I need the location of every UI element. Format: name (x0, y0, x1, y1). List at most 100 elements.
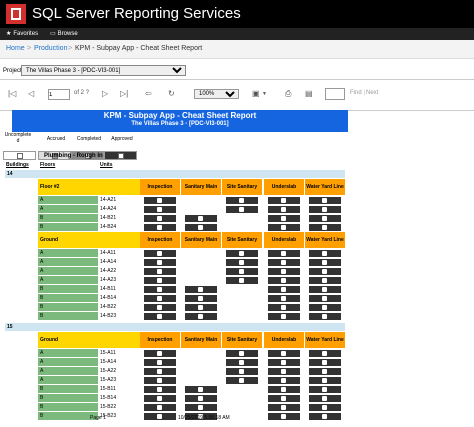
browse-button[interactable]: ▭ Browse (50, 30, 78, 38)
first-page-icon[interactable]: |◁ (8, 89, 16, 98)
breadcrumb-production[interactable]: Production (34, 45, 67, 52)
area-cell: A (38, 276, 98, 285)
legend-label-completed: Completed (76, 136, 102, 142)
unit-cell: 14-A14 (100, 259, 117, 265)
browse-label: Browse (57, 30, 78, 37)
page-input[interactable] (48, 89, 70, 100)
status-checkbox (226, 368, 258, 375)
next-page-icon[interactable]: ▷ (102, 89, 108, 98)
status-checkbox (268, 413, 300, 420)
status-checkbox (268, 386, 300, 393)
floor-header: Ground (38, 332, 140, 348)
refresh-icon[interactable]: ↻ (168, 89, 175, 98)
status-checkbox (144, 404, 176, 411)
status-checkbox (144, 206, 176, 213)
top-bar: SQL Server Reporting Services (0, 0, 474, 28)
status-checkbox (226, 295, 258, 302)
zoom-select[interactable]: 100% (194, 89, 239, 99)
status-checkbox (268, 224, 300, 231)
status-checkbox (309, 286, 341, 293)
status-checkbox (226, 250, 258, 257)
status-checkbox (144, 368, 176, 375)
area-cell: A (38, 267, 98, 276)
layout-icon[interactable]: ▤ (305, 89, 313, 98)
unit-cell: 14-B21 (100, 215, 117, 221)
status-checkbox (309, 277, 341, 284)
unit-cell: 14-A24 (100, 206, 117, 212)
status-checkbox (226, 268, 258, 275)
breadcrumb: Home > Production > KPM - Subpay App - C… (0, 40, 474, 59)
status-checkbox (309, 224, 341, 231)
column-header: Inspection (140, 179, 180, 195)
ssrs-logo-icon (6, 4, 26, 24)
export-icon[interactable]: ▣ (252, 89, 260, 98)
status-checkbox (185, 206, 217, 213)
status-checkbox (226, 224, 258, 231)
status-checkbox (309, 268, 341, 275)
unit-cell: 15-B22 (100, 404, 117, 410)
unit-cell: 14-B23 (100, 313, 117, 319)
breadcrumb-report: KPM - Subpay App - Cheat Sheet Report (75, 45, 203, 52)
status-checkbox (309, 304, 341, 311)
area-cell: B (38, 303, 98, 312)
legend-swatch-approved (104, 151, 137, 160)
status-checkbox (226, 350, 258, 357)
status-checkbox (185, 395, 217, 402)
status-checkbox (268, 206, 300, 213)
status-checkbox (226, 206, 258, 213)
column-header: Site Sanitary (222, 332, 262, 348)
project-select[interactable]: The Villas Phase 3 - [PDC-VI3-001] (21, 65, 186, 76)
column-header: Site Sanitary (222, 179, 262, 195)
chevron-down-icon[interactable]: ▼ (262, 91, 267, 97)
find-input[interactable] (325, 88, 345, 100)
status-checkbox (144, 259, 176, 266)
area-cell: B (38, 385, 98, 394)
status-checkbox (144, 224, 176, 231)
status-checkbox (144, 215, 176, 222)
status-checkbox (309, 206, 341, 213)
unit-cell: 15-A22 (100, 368, 117, 374)
status-checkbox (268, 277, 300, 284)
prev-page-icon[interactable]: ◁ (28, 89, 34, 98)
header-floors: Floors (40, 162, 56, 168)
status-checkbox (268, 395, 300, 402)
floor-header: Floor #2 (38, 179, 140, 195)
last-page-icon[interactable]: ▷| (120, 89, 128, 98)
status-checkbox (309, 377, 341, 384)
status-checkbox (226, 277, 258, 284)
portal-toolbar: ★ Favorites ▭ Browse (0, 28, 474, 40)
back-icon[interactable]: ⇦ (145, 89, 152, 98)
unit-cell: 15-B11 (100, 386, 116, 392)
status-checkbox (144, 377, 176, 384)
column-header: Underslab (264, 232, 304, 248)
status-checkbox (226, 377, 258, 384)
status-checkbox (309, 295, 341, 302)
status-checkbox (185, 313, 217, 320)
breadcrumb-home[interactable]: Home (6, 45, 25, 52)
area-cell: A (38, 258, 98, 267)
status-checkbox (226, 197, 258, 204)
area-cell: A (38, 376, 98, 385)
area-cell: B (38, 223, 98, 232)
area-cell: B (38, 285, 98, 294)
legend-swatch-uncompleted (3, 151, 36, 160)
building-label: 15 (7, 324, 13, 330)
find-button[interactable]: Find (350, 90, 362, 96)
status-checkbox (268, 359, 300, 366)
unit-cell: 14-B22 (100, 304, 117, 310)
unit-cell: 14-B11 (100, 286, 116, 292)
status-checkbox (144, 277, 176, 284)
unit-cell: 15-A14 (100, 359, 117, 365)
status-checkbox (309, 215, 341, 222)
area-cell: A (38, 249, 98, 258)
next-button[interactable]: Next (366, 90, 378, 96)
favorites-button[interactable]: ★ Favorites (6, 30, 38, 38)
print-icon[interactable]: ⎙ (285, 89, 291, 99)
status-checkbox (185, 404, 217, 411)
legend-label-uncompleted: Uncomplete d (4, 132, 32, 144)
status-checkbox (226, 313, 258, 320)
footer-page: Page 1 (90, 415, 106, 421)
status-checkbox (268, 368, 300, 375)
status-checkbox (144, 286, 176, 293)
status-checkbox (309, 350, 341, 357)
